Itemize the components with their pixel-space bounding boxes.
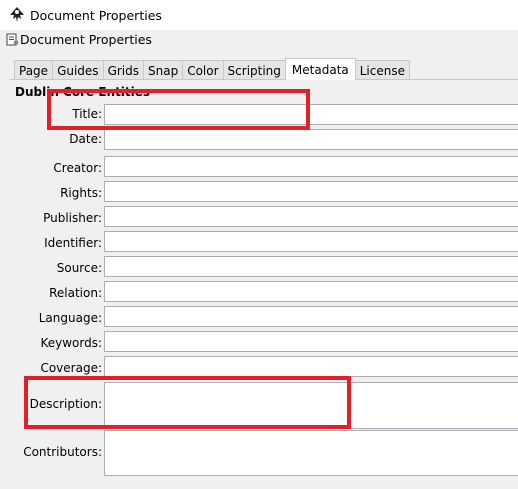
publisher-label: Publisher: (43, 211, 102, 225)
language-label: Language: (38, 311, 102, 325)
tab-color[interactable]: Color (182, 60, 224, 80)
canvas-edge (0, 80, 10, 310)
tab-license[interactable]: License (354, 60, 410, 80)
keywords-field[interactable] (104, 331, 518, 352)
language-field[interactable] (104, 306, 518, 327)
description-highlight-box (24, 376, 351, 429)
tab-guides[interactable]: Guides (52, 60, 104, 80)
identifier-label: Identifier: (44, 236, 102, 250)
tab-grids[interactable]: Grids (102, 60, 144, 80)
window-titlebar[interactable]: Document Properties (0, 0, 518, 31)
creator-label: Creator: (53, 161, 102, 175)
rights-label: Rights: (60, 186, 102, 200)
tab-scripting[interactable]: Scripting (222, 60, 286, 80)
title-highlight-box (47, 89, 310, 130)
date-label: Date: (69, 132, 102, 146)
publisher-field[interactable] (104, 206, 518, 227)
tab-strip: Page Guides Grids Snap Color Scripting M… (14, 58, 410, 80)
keywords-label: Keywords: (40, 336, 102, 350)
identifier-field[interactable] (104, 231, 518, 252)
coverage-field[interactable] (104, 356, 518, 377)
inkscape-logo-icon (10, 7, 24, 22)
document-properties-icon (6, 33, 19, 46)
source-field[interactable] (104, 256, 518, 277)
tab-metadata[interactable]: Metadata (284, 58, 356, 80)
window-title: Document Properties (30, 8, 162, 23)
relation-label: Relation: (49, 286, 102, 300)
source-label: Source: (56, 261, 102, 275)
dialog-title: Document Properties (20, 32, 152, 47)
creator-field[interactable] (104, 156, 518, 177)
tab-page[interactable]: Page (14, 60, 54, 80)
contributors-field[interactable] (104, 430, 518, 476)
tab-snap[interactable]: Snap (143, 60, 184, 80)
coverage-label: Coverage: (40, 361, 102, 375)
dialog-header: Document Properties (0, 30, 518, 50)
rights-field[interactable] (104, 181, 518, 202)
date-field[interactable] (104, 129, 518, 150)
contributors-label: Contributors: (23, 445, 102, 459)
relation-field[interactable] (104, 281, 518, 302)
